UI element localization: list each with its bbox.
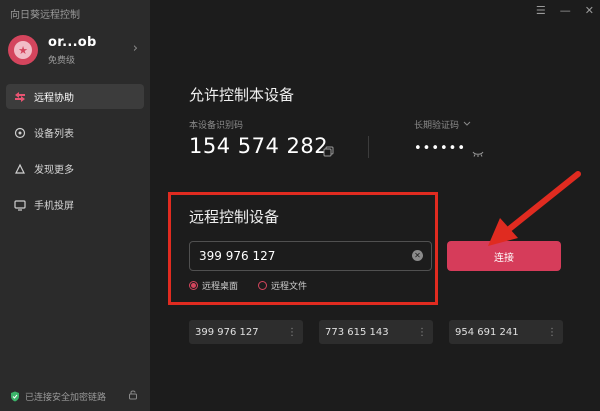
sidebar-item-label: 远程协助 — [34, 93, 74, 104]
allow-control-title: 允许控制本设备 — [189, 86, 295, 104]
menu-icon[interactable]: ☰ — [536, 4, 546, 17]
discover-icon — [14, 163, 26, 175]
divider — [368, 136, 369, 158]
connection-status-text: 已连接安全加密链路 — [25, 393, 107, 403]
chevron-down-icon — [463, 120, 471, 130]
star-icon: ★ — [14, 41, 32, 59]
clear-icon[interactable]: ✕ — [412, 250, 423, 261]
minimize-icon[interactable]: — — [560, 4, 571, 17]
sidebar-item-label: 设备列表 — [34, 129, 74, 140]
chevron-right-icon[interactable]: › — [133, 41, 138, 56]
lock-icon[interactable] — [128, 389, 138, 403]
connection-mode: 远程桌面 远程文件 — [189, 279, 307, 292]
verification-code-label-text: 长期验证码 — [414, 121, 460, 131]
remote-control-title: 远程控制设备 — [189, 208, 280, 226]
window-controls: ☰ — ✕ — [536, 4, 594, 17]
device-id-label: 本设备识别码 — [189, 121, 244, 131]
user-name: or...ob — [48, 34, 97, 50]
more-options-icon[interactable]: ⋮ — [547, 327, 557, 338]
more-options-icon[interactable]: ⋮ — [417, 327, 427, 338]
profile-card[interactable]: ★ or...ob 免费级 › — [8, 30, 142, 70]
sidebar-item-discover[interactable]: 发现更多 — [6, 156, 144, 181]
radio-remote-file[interactable]: 远程文件 — [258, 279, 307, 292]
remote-id-input[interactable] — [189, 241, 432, 271]
device-list-icon — [14, 127, 26, 139]
recent-device-id: 773 615 143 — [325, 326, 389, 338]
eye-closed-icon[interactable] — [472, 143, 484, 162]
avatar: ★ — [8, 35, 38, 65]
remote-assist-icon — [14, 91, 26, 103]
sidebar-item-label: 手机投屏 — [34, 201, 74, 212]
device-id-value: 154 574 282 — [189, 134, 329, 158]
recent-device-id: 954 691 241 — [455, 326, 519, 338]
copy-icon[interactable] — [323, 142, 334, 161]
recent-device-item[interactable]: 399 976 127 ⋮ — [189, 320, 303, 344]
sidebar-item-device-list[interactable]: 设备列表 — [6, 120, 144, 145]
user-plan: 免费级 — [48, 55, 76, 66]
radio-checked-icon — [189, 281, 198, 290]
sidebar-nav: 远程协助 设备列表 发现更多 手机投屏 — [6, 84, 144, 228]
verification-code-label[interactable]: 长期验证码 — [414, 118, 471, 131]
radio-remote-desktop[interactable]: 远程桌面 — [189, 279, 238, 292]
shield-check-icon — [10, 391, 20, 402]
sidebar-item-remote-assist[interactable]: 远程协助 — [6, 84, 144, 109]
more-options-icon[interactable]: ⋮ — [287, 327, 297, 338]
sidebar: 向日葵远程控制 ★ or...ob 免费级 › 远程协助 设备列表 发现更多 手… — [0, 0, 150, 411]
recent-devices: 399 976 127 ⋮ 773 615 143 ⋮ 954 691 241 … — [189, 320, 563, 344]
radio-label: 远程桌面 — [202, 282, 239, 292]
close-icon[interactable]: ✕ — [585, 4, 594, 17]
screen-cast-icon — [14, 199, 26, 211]
app-title: 向日葵远程控制 — [10, 10, 80, 21]
radio-unchecked-icon — [258, 281, 268, 290]
sidebar-item-label: 发现更多 — [34, 165, 74, 176]
recent-device-item[interactable]: 954 691 241 ⋮ — [449, 320, 563, 344]
radio-label: 远程文件 — [271, 282, 308, 292]
sidebar-item-screen-cast[interactable]: 手机投屏 — [6, 192, 144, 217]
recent-device-item[interactable]: 773 615 143 ⋮ — [319, 320, 433, 344]
verification-code-value: •••••• — [414, 141, 467, 156]
recent-device-id: 399 976 127 — [195, 326, 259, 338]
annotation-arrow-icon — [488, 171, 581, 246]
connection-status: 已连接安全加密链路 — [10, 390, 140, 403]
